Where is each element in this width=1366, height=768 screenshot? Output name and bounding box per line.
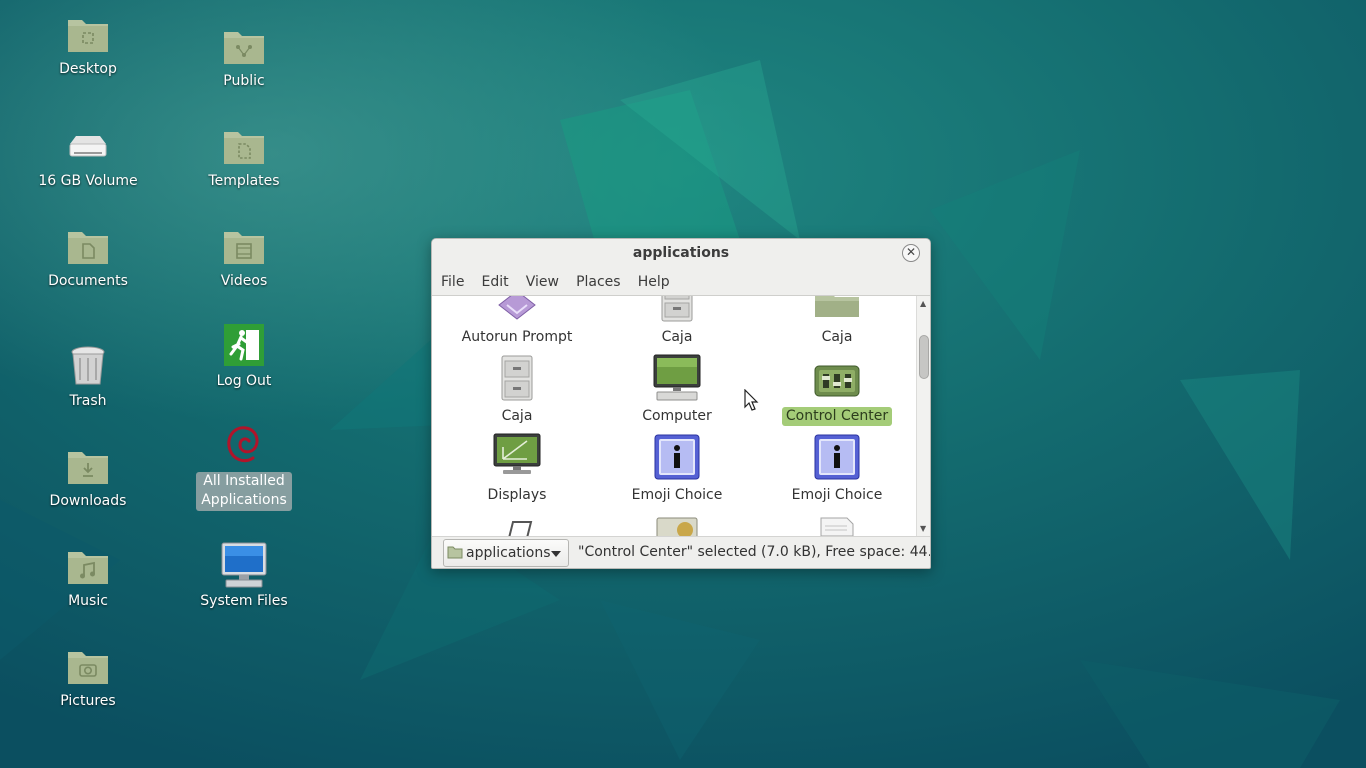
desktop-icon-public[interactable]: Public: [189, 22, 299, 92]
window-titlebar[interactable]: applications ✕: [432, 239, 930, 269]
menubar: File Edit View Places Help: [432, 269, 930, 296]
partial-app-icon: [508, 521, 533, 536]
location-label: applications: [466, 545, 551, 561]
desktop-icon-label: Documents: [48, 273, 128, 289]
folder-desktop-icon: [68, 20, 108, 52]
file-item-control-center[interactable]: Control Center: [762, 354, 912, 426]
chevron-down-icon: [551, 551, 561, 557]
file-item-displays[interactable]: Displays: [442, 433, 592, 505]
desktop-icon-templates[interactable]: Templates: [189, 122, 299, 192]
location-dropdown-button[interactable]: applications: [443, 539, 569, 567]
desktop-icon-all-installed-applications[interactable]: All Installed Applications: [189, 422, 299, 511]
menu-view[interactable]: View: [522, 269, 563, 290]
folder-public-icon: [224, 32, 264, 64]
file-item-emoji-choice[interactable]: Emoji Choice: [602, 433, 752, 505]
folder-icon: [815, 296, 859, 317]
displays-icon: [493, 433, 541, 474]
control-center-icon: [814, 365, 860, 397]
desktop-icon-16gb-volume[interactable]: 16 GB Volume: [33, 122, 143, 192]
scroll-down-arrow-icon[interactable]: ▼: [920, 524, 926, 533]
file-item-caja[interactable]: Caja: [442, 354, 592, 426]
window-title: applications: [632, 245, 730, 261]
desktop-icon-downloads[interactable]: Downloads: [33, 442, 143, 512]
desktop-icon-label: System Files: [200, 593, 288, 609]
computer-icon: [653, 354, 701, 401]
file-manager-window[interactable]: applications ✕ File Edit View Places Hel…: [431, 238, 931, 569]
file-item-label: Emoji Choice: [791, 487, 883, 503]
menu-edit[interactable]: Edit: [478, 269, 513, 290]
file-item-caja[interactable]: Caja: [602, 296, 752, 347]
desktop-icon-desktop[interactable]: Desktop: [33, 10, 143, 80]
file-item-caja[interactable]: Caja: [762, 296, 912, 347]
desktop-icon-label: Desktop: [59, 61, 117, 77]
close-button[interactable]: ✕: [902, 244, 920, 262]
menu-help[interactable]: Help: [634, 269, 674, 290]
desktop-icon-label: Pictures: [60, 693, 116, 709]
desktop-icon-documents[interactable]: Documents: [33, 222, 143, 292]
desktop-icon-label: All Installed Applications: [196, 472, 292, 511]
computer-monitor-icon: [221, 542, 267, 588]
file-item-label: Caja: [661, 329, 693, 345]
desktop-icon-videos[interactable]: Videos: [189, 222, 299, 292]
desktop-icon-system-files[interactable]: System Files: [189, 542, 299, 612]
file-item-autorun-prompt[interactable]: Autorun Prompt: [442, 296, 592, 347]
file-item-computer[interactable]: Computer: [602, 354, 752, 426]
partial-document-icon: [820, 517, 854, 536]
menu-places[interactable]: Places: [572, 269, 625, 290]
file-item-label: Caja: [821, 329, 853, 345]
file-item-label: Emoji Choice: [631, 487, 723, 503]
desktop-icon-label: Templates: [208, 173, 280, 189]
folder-documents-icon: [68, 232, 108, 264]
desktop-icon-label: Trash: [69, 393, 107, 409]
desktop-icon-label: Music: [68, 593, 108, 609]
folder-pictures-icon: [68, 652, 108, 684]
file-item-label: Caja: [501, 408, 533, 424]
partial-app-icon: [656, 517, 698, 536]
desktop-icon-music[interactable]: Music: [33, 542, 143, 612]
desktop-icon-log-out[interactable]: Log Out: [189, 322, 299, 392]
debian-swirl-icon: [227, 426, 259, 463]
vertical-scrollbar[interactable]: ▲ ▼: [916, 296, 930, 536]
status-text: "Control Center" selected (7.0 kB), Free…: [578, 544, 931, 560]
desktop-icon-label: Log Out: [216, 373, 272, 389]
desktop-icon-label: Public: [223, 73, 265, 89]
desktop-icon-label: Downloads: [49, 493, 127, 509]
desktop-icon-label-line1: All Installed: [203, 473, 285, 489]
file-item-emoji-choice[interactable]: Emoji Choice: [762, 433, 912, 505]
info-icon: [654, 434, 700, 480]
autorun-icon: [498, 296, 536, 320]
menu-file[interactable]: File: [437, 269, 468, 290]
status-bar: applications "Control Center" selected (…: [432, 536, 931, 568]
desktop-icon-label: 16 GB Volume: [38, 173, 138, 189]
logout-icon: [224, 324, 264, 366]
desktop-icon-label-line2: Applications: [201, 492, 287, 508]
file-icon-view[interactable]: Autorun Prompt Caja Caja Caja Computer C…: [432, 296, 916, 536]
folder-videos-icon: [224, 232, 264, 264]
file-item-label: Control Center: [781, 407, 893, 426]
file-item-label: Autorun Prompt: [461, 329, 573, 345]
drive-icon: [69, 136, 107, 157]
info-icon: [814, 434, 860, 480]
folder-music-icon: [68, 552, 108, 584]
desktop-icon-trash[interactable]: Trash: [33, 342, 143, 412]
folder-templates-icon: [224, 132, 264, 164]
file-item-label: Displays: [487, 487, 547, 503]
file-item-label: Computer: [642, 408, 712, 424]
desktop-icon-label: Videos: [220, 273, 268, 289]
trash-icon: [71, 346, 105, 385]
file-cabinet-icon: [661, 296, 693, 322]
folder-downloads-icon: [68, 452, 108, 484]
file-cabinet-icon: [501, 355, 533, 401]
scroll-up-arrow-icon[interactable]: ▲: [920, 299, 926, 308]
folder-small-icon: [447, 546, 463, 559]
close-icon: ✕: [905, 245, 917, 259]
mouse-pointer-icon: [744, 389, 759, 411]
desktop-icon-pictures[interactable]: Pictures: [33, 642, 143, 712]
scrollbar-thumb[interactable]: [919, 335, 929, 379]
